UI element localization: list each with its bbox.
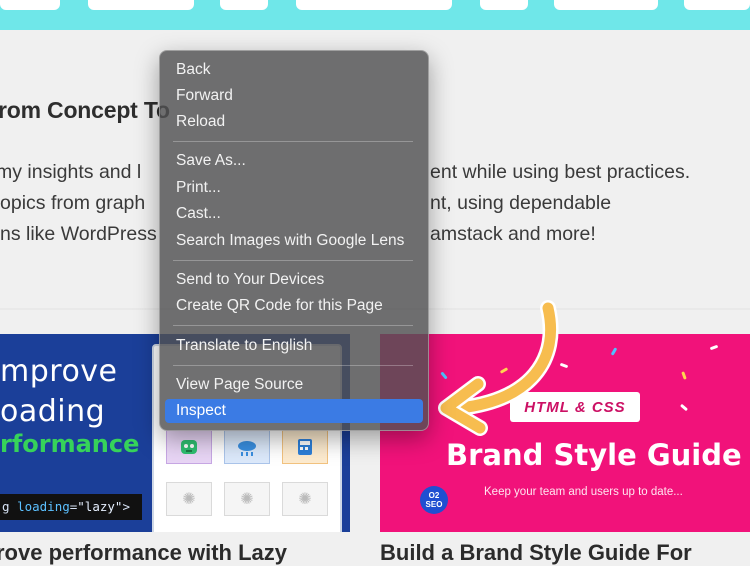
- menu-separator: [173, 365, 413, 366]
- nav-tab[interactable]: [296, 0, 452, 10]
- menu-item-forward[interactable]: Forward: [165, 84, 423, 108]
- menu-separator: [173, 141, 413, 142]
- nav-tab[interactable]: [0, 0, 60, 10]
- menu-item-back[interactable]: Back: [165, 58, 423, 82]
- confetti-decoration: [681, 371, 687, 380]
- intro-text: my insights and l: [0, 161, 142, 183]
- nav-tab[interactable]: [220, 0, 268, 10]
- confetti-decoration: [679, 403, 689, 412]
- logo-text: O2: [428, 491, 440, 500]
- intro-text: ent while using best practices.: [430, 161, 691, 183]
- code-tag: g: [2, 499, 10, 514]
- menu-separator: [173, 325, 413, 326]
- loading-spinner-icon: ✺: [282, 482, 328, 516]
- confetti-decoration: [709, 344, 719, 351]
- logo-text: SEO: [425, 500, 443, 509]
- menu-item-reload[interactable]: Reload: [165, 110, 423, 134]
- card-image-text: rformance: [0, 430, 140, 458]
- nav-tab[interactable]: [88, 0, 194, 10]
- code-snippet: g loading="lazy">: [0, 494, 142, 520]
- nav-tab[interactable]: [554, 0, 658, 10]
- card-image-text: oading: [0, 394, 106, 429]
- post-title-brand-guide[interactable]: Build a Brand Style Guide For: [380, 540, 692, 566]
- top-navigation-bar: [0, 0, 750, 30]
- robot-icon: [166, 430, 212, 464]
- menu-separator: [173, 260, 413, 261]
- intro-text: nt, using dependable: [430, 192, 612, 214]
- intro-text: ns like WordPress: [0, 223, 157, 245]
- menu-item-send-to-devices[interactable]: Send to Your Devices: [165, 268, 423, 292]
- code-attr: loading: [17, 499, 70, 514]
- confetti-decoration: [610, 347, 618, 356]
- menu-item-save-as[interactable]: Save As...: [165, 149, 423, 173]
- loading-spinner-icon: ✺: [224, 482, 270, 516]
- context-menu: Back Forward Reload Save As... Print... …: [159, 50, 429, 431]
- menu-item-translate[interactable]: Translate to English: [165, 334, 423, 358]
- post-title-lazy-loading[interactable]: rove performance with Lazy: [0, 540, 287, 566]
- loading-spinner-icon: ✺: [166, 482, 212, 516]
- card-image-text: mprove: [0, 354, 118, 389]
- intro-text: opics from graph: [0, 192, 146, 214]
- intro-text: amstack and more!: [430, 223, 596, 245]
- menu-item-print[interactable]: Print...: [165, 176, 423, 200]
- hero-title: rom Concept To: [0, 97, 170, 123]
- menu-item-view-page-source[interactable]: View Page Source: [165, 373, 423, 397]
- code-value: "lazy": [77, 499, 123, 514]
- arrow-annotation-icon: [438, 300, 559, 436]
- menu-item-inspect[interactable]: Inspect: [165, 399, 423, 423]
- menu-item-create-qr-code[interactable]: Create QR Code for this Page: [165, 294, 423, 318]
- o2seo-logo: O2 SEO: [420, 486, 448, 514]
- card-image-subtitle: Keep your team and users up to date...: [484, 486, 683, 498]
- nav-tab[interactable]: [480, 0, 528, 10]
- calculator-icon: [282, 430, 328, 464]
- nav-tab[interactable]: [684, 0, 750, 10]
- menu-item-search-images-google-lens[interactable]: Search Images with Google Lens: [165, 229, 423, 253]
- menu-item-cast[interactable]: Cast...: [165, 202, 423, 226]
- cloud-icon: [224, 430, 270, 464]
- code-tag-end: >: [122, 499, 130, 514]
